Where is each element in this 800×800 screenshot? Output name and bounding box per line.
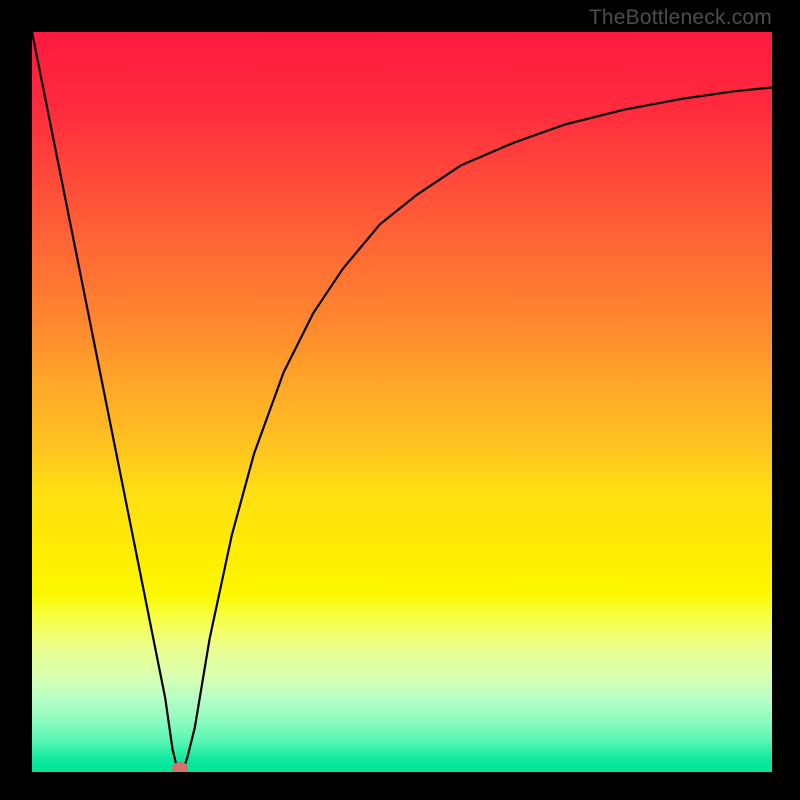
bottleneck-curve [32,32,772,772]
curve-svg [32,32,772,772]
chart-frame: TheBottleneck.com [0,0,800,800]
plot-area [32,32,772,772]
watermark-text: TheBottleneck.com [589,6,772,30]
